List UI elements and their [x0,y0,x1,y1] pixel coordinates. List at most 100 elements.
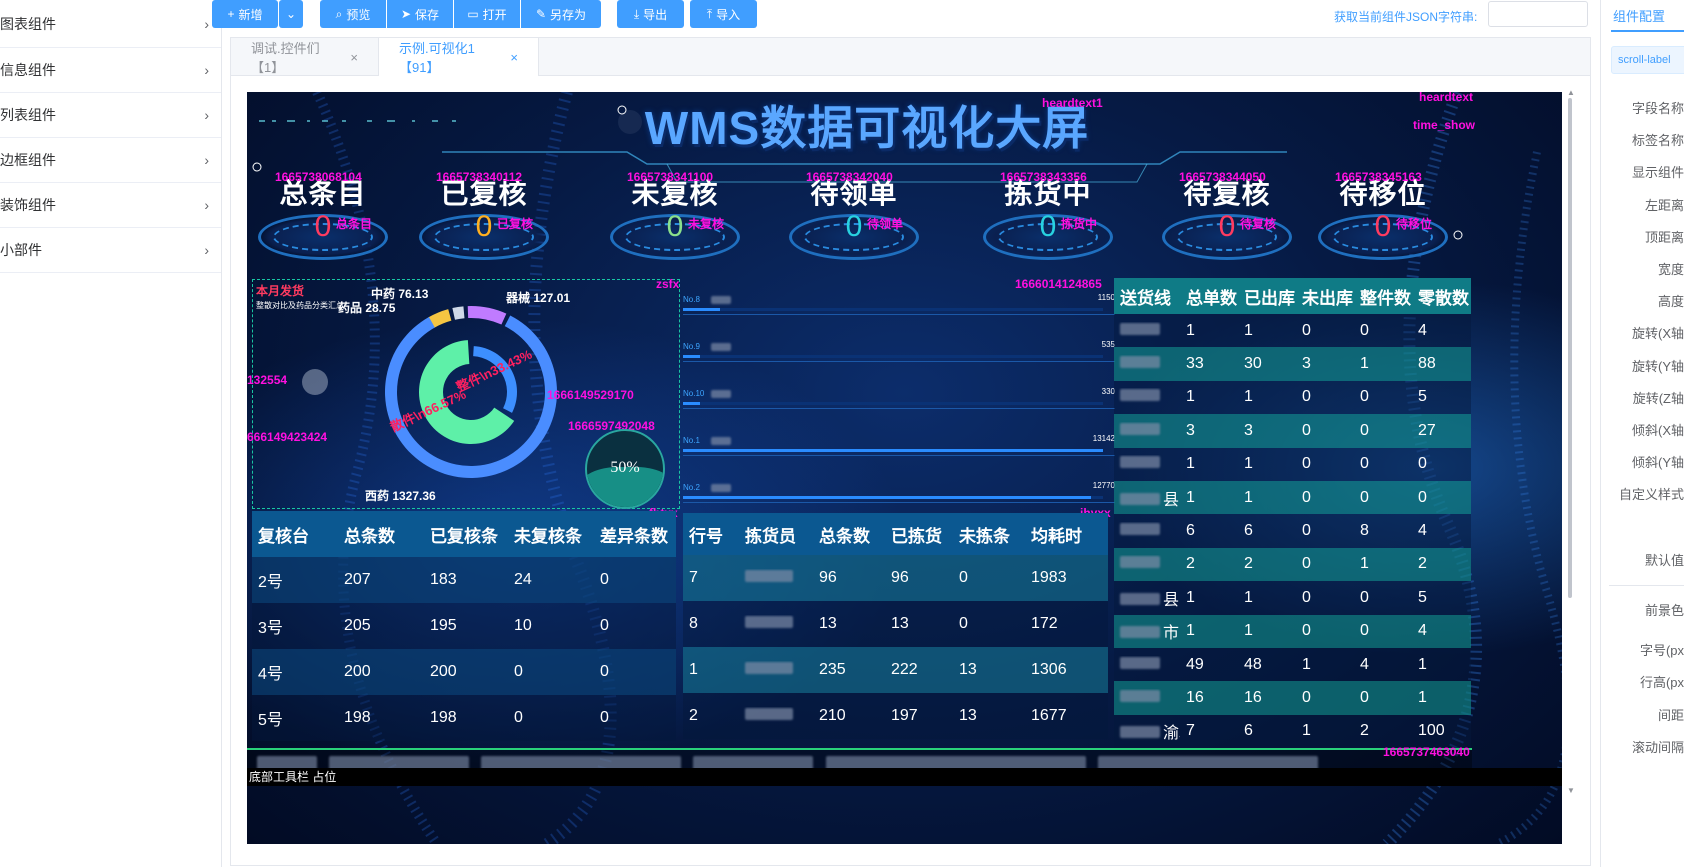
bar-label: No.1 [683,436,700,445]
table-header-cell: 整件数 [1360,288,1411,308]
config-field-label: 滚动间隔 [1631,740,1684,755]
label-time-show: time_show [1413,118,1476,132]
table-cell [1114,322,1180,340]
route-table: 送货线 总单数 已出库 未出库 整件数 零散数 1 1 0 0 4 33 30 3 1 88 1 1 0 0 5 3 3 0 0… [1114,278,1471,749]
table-cell [1114,689,1180,707]
label-id-mid1: 1666149529170 [547,388,634,402]
table-header-cell: 复核台 [258,526,309,546]
bar-label: No.8 [683,295,700,304]
selected-component-box[interactable]: scroll-label [1611,46,1684,74]
review-table: 复核台 总条数 已复核条 未复核条 差异条数 2号 207 183 24 0 3号 205 195 10 0… [252,511,676,741]
table-header-cell: 总单数 [1186,288,1237,308]
table-cell: 0 [514,709,523,726]
table-row: 1 1 0 0 4 [1114,314,1471,348]
export-button[interactable]: ⤓ 导出 [617,0,684,28]
bar-value: 13142 [1092,434,1115,443]
save-button[interactable]: ➤ 保存 [387,0,453,28]
chevron-right-icon: › [204,197,209,213]
tab-visualization[interactable]: 示例.可视化1【91】 × [379,38,539,76]
table-cell [1114,422,1180,440]
bar-label: No.10 [683,389,705,398]
chevron-right-icon: › [204,242,209,258]
table-cell [739,615,813,633]
import-button[interactable]: ⤒ 导入 [690,0,757,28]
sidebar-item[interactable]: 列表组件 › [0,93,221,138]
bar-label: No.9 [683,342,700,351]
table-cell: 1 [1244,488,1253,506]
sidebar-item[interactable]: 边框组件 › [0,138,221,183]
table-cell: 1983 [1031,569,1067,586]
json-input[interactable] [1488,1,1588,27]
vertical-scrollbar[interactable]: ▲ ▼ [1566,88,1575,848]
scroll-up-icon[interactable]: ▲ [1567,88,1575,97]
add-dropdown-button[interactable]: ⌄ [279,0,303,28]
table-row: 4号 200 200 0 0 [252,649,676,695]
table-cell [739,569,813,587]
config-field-label: 旋转(X轴 [1631,326,1684,342]
bottom-toolbar-placeholder: 底部工具栏 占位 [247,768,1562,786]
table-cell: 0 [1302,522,1311,540]
table-cell: 195 [430,617,457,634]
add-button[interactable]: + 新增 [212,0,278,28]
table-row: 6 6 0 8 4 [1114,514,1471,548]
stat-tag-label: 待领单 [867,217,904,231]
component-sidebar: 图表组件 › 信息组件 › 列表组件 › 边框组件 › 装饰组件 › 小部件 › [0,0,222,867]
tab-component-config[interactable]: 组件配置 [1613,6,1665,25]
sidebar-item[interactable]: 小部件 › [0,228,221,273]
table-cell: 1 [1186,455,1195,473]
table-row: 8 13 13 0 172 [683,601,1108,647]
table-cell: 205 [344,617,371,634]
table-cell: 3 [1244,421,1253,439]
dashboard-screen: WMS数据可视化大屏 heardtext1 heardtext time_sho… [247,92,1562,844]
close-icon[interactable]: × [510,50,518,65]
scrollbar-thumb[interactable] [1568,98,1572,598]
sidebar-item-label: 信息组件 [0,62,56,78]
scroll-down-icon[interactable]: ▼ [1567,786,1575,795]
config-field-label: 间距 [1657,708,1684,723]
table-cell: 197 [891,707,918,724]
table-cell: 235 [819,661,846,678]
table-cell: 13 [959,707,977,724]
table-cell: 1 [1418,655,1427,673]
table-cell [1114,522,1180,540]
search-icon: ⌕ [335,6,343,21]
table-header-cell: 已拣货 [891,526,942,546]
bar-value: 1150 [1097,293,1115,302]
table-cell: 0 [1360,321,1369,339]
ranking-bar-row: No.8 1150 [683,293,1115,319]
table-row: 2 210 197 13 1677 [683,693,1108,739]
table-cell: 1306 [1031,661,1067,678]
bar-fill [683,449,1103,452]
table-row: 5号 198 198 0 0 [252,695,676,741]
label-id-left2: 666149423424 [247,430,328,444]
sidebar-item-label: 列表组件 [0,107,56,123]
table-cell: 0 [1360,388,1369,406]
sidebar-item[interactable]: 图表组件 › [0,0,221,48]
table-cell: 4号 [258,666,283,683]
table-cell: 27 [1418,421,1436,439]
preview-button[interactable]: ⌕ 预览 [320,0,386,28]
table-cell: 2 [1418,555,1427,573]
table-cell: 3 [1302,355,1311,373]
table-cell: 0 [1302,555,1311,573]
close-icon[interactable]: × [350,50,358,65]
open-button[interactable]: ▭ 打开 [454,0,520,28]
config-field-label: 标签名称 [1631,133,1684,149]
chevron-right-icon: › [204,152,209,168]
table-header-cell: 零散数 [1418,288,1469,308]
table-cell: 0 [1302,488,1311,506]
sidebar-item[interactable]: 装饰组件 › [0,183,221,228]
table-cell: 3 [1186,421,1195,439]
table-cell: 10 [514,617,532,634]
sidebar-item[interactable]: 信息组件 › [0,48,221,93]
tab-debug-controls[interactable]: 调试.控件们【1】 × [231,38,379,76]
table-cell: 207 [344,571,371,588]
upload-icon: ⤒ [706,6,713,21]
table-header: 送货线 总单数 已出库 未出库 整件数 零散数 [1114,278,1471,314]
bar-label: No.2 [683,483,700,492]
save-as-button[interactable]: ✎ 另存为 [521,0,601,28]
send-icon: ➤ [400,7,412,21]
donut-category-label: 器械 127.01 [505,290,570,305]
donut-category-label: 中药 76.13 [371,286,429,301]
table-cell: 8 [1360,522,1369,540]
